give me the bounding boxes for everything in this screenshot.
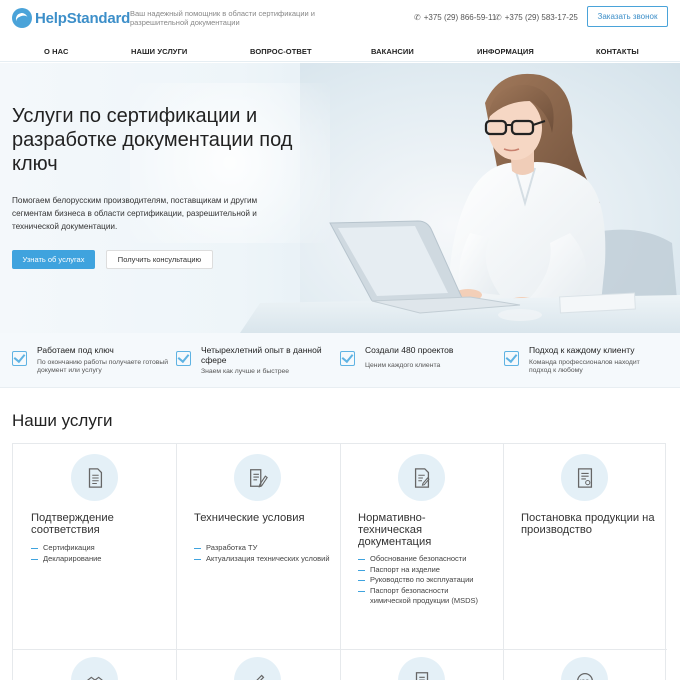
logo-mark-icon — [12, 8, 32, 28]
document-list-icon — [398, 657, 445, 680]
service-title-conformity[interactable]: Подтверждение соответствия — [31, 512, 161, 536]
handshake-icon — [71, 657, 118, 680]
nav-item-faq[interactable]: ВОПРОС-ОТВЕТ — [250, 47, 312, 56]
feature-title: Четырехлетний опыт в данной сфере — [201, 345, 322, 365]
feature-title: Подход к каждому клиенту — [529, 345, 635, 355]
certificate-icon — [561, 454, 608, 501]
pen-icon — [234, 657, 281, 680]
service-title-technical-conditions[interactable]: Технические условия — [194, 512, 334, 524]
nav-item-contacts[interactable]: КОНТАКТЫ — [596, 47, 639, 56]
hero-description: Помогаем белорусским производителям, пос… — [12, 196, 258, 231]
services-heading: Наши услуги — [12, 411, 113, 430]
phone-2[interactable]: ✆ +375 (29) 583-17-25 — [495, 13, 578, 22]
feature-subtitle: Знаем как лучше и быстрее — [201, 368, 290, 375]
grid-divider — [503, 444, 504, 680]
service-list-conformity: Сертификация Декларирование — [31, 543, 171, 564]
services-grid: Подтверждение соответствия Сертификация … — [12, 443, 667, 680]
iso-icon: ISO — [561, 657, 608, 680]
feature-title: Работаем под ключ — [37, 345, 114, 355]
get-consultation-button[interactable]: Получить консультацию — [106, 250, 213, 269]
service-title-normative-docs[interactable]: Нормативно-техническая документация — [358, 512, 488, 548]
service-link-certification[interactable]: Сертификация — [31, 543, 171, 554]
site-header: HelpStandard Ваш надежный помощник в обл… — [0, 0, 680, 36]
grid-divider — [340, 444, 341, 680]
service-link-declaration[interactable]: Декларирование — [31, 554, 171, 565]
service-link-operation-manual[interactable]: Руководство по эксплуатации — [358, 575, 498, 586]
main-nav: О НАС НАШИ УСЛУГИ ВОПРОС-ОТВЕТ ВАКАНСИИ … — [0, 40, 680, 62]
feature-subtitle: Команда профессионалов находит подход к … — [529, 359, 640, 374]
feature-title: Создали 480 проектов — [365, 345, 454, 355]
service-link-tu-update[interactable]: Актуализация технических условий — [194, 554, 334, 565]
checkbox-icon — [340, 351, 355, 366]
nav-item-services[interactable]: НАШИ УСЛУГИ — [131, 47, 187, 56]
grid-divider — [176, 444, 177, 680]
feature-subtitle: Ценим каждого клиента — [365, 362, 441, 369]
hero-section: Услуги по сертификации и разработке доку… — [0, 63, 680, 333]
service-link-msds[interactable]: Паспорт безопасности химической продукци… — [358, 586, 486, 607]
logo-text: HelpStandard — [35, 9, 131, 27]
nav-item-information[interactable]: ИНФОРМАЦИЯ — [477, 47, 534, 56]
learn-services-button[interactable]: Узнать об услугах — [12, 250, 95, 269]
tagline: Ваш надежный помощник в области сертифик… — [130, 9, 315, 27]
service-list-technical-conditions: Разработка ТУ Актуализация технических у… — [194, 543, 334, 564]
phone-2-number: +375 (29) 583-17-25 — [504, 13, 578, 22]
checkbox-icon — [504, 351, 519, 366]
logo[interactable]: HelpStandard — [12, 8, 130, 28]
request-call-button[interactable]: Заказать звонок — [587, 6, 668, 27]
phone-icon: ✆ — [495, 13, 502, 22]
hero-title: Услуги по сертификации и разработке доку… — [12, 105, 293, 175]
feature-subtitle: По окончанию работы получаете готовый до… — [37, 359, 169, 374]
checkbox-icon — [12, 351, 27, 366]
service-link-safety-justification[interactable]: Обоснование безопасности — [358, 554, 498, 565]
service-title-production-launch[interactable]: Постановка продукции на производство — [521, 512, 661, 536]
document-edit-icon — [398, 454, 445, 501]
service-link-product-passport[interactable]: Паспорт на изделие — [358, 565, 498, 576]
phone-icon: ✆ — [414, 13, 421, 22]
document-icon — [71, 454, 118, 501]
document-pen-icon — [234, 454, 281, 501]
grid-divider — [13, 649, 667, 650]
nav-item-about[interactable]: О НАС — [44, 47, 68, 56]
service-link-tu-development[interactable]: Разработка ТУ — [194, 543, 334, 554]
nav-item-vacancies[interactable]: ВАКАНСИИ — [371, 47, 414, 56]
checkbox-icon — [176, 351, 191, 366]
service-list-normative-docs: Обоснование безопасности Паспорт на изде… — [358, 554, 498, 607]
features-strip: Работаем под ключ По окончанию работы по… — [0, 333, 680, 388]
phone-1[interactable]: ✆ +375 (29) 866-59-11 — [414, 13, 496, 22]
phone-1-number: +375 (29) 866-59-11 — [423, 13, 497, 22]
